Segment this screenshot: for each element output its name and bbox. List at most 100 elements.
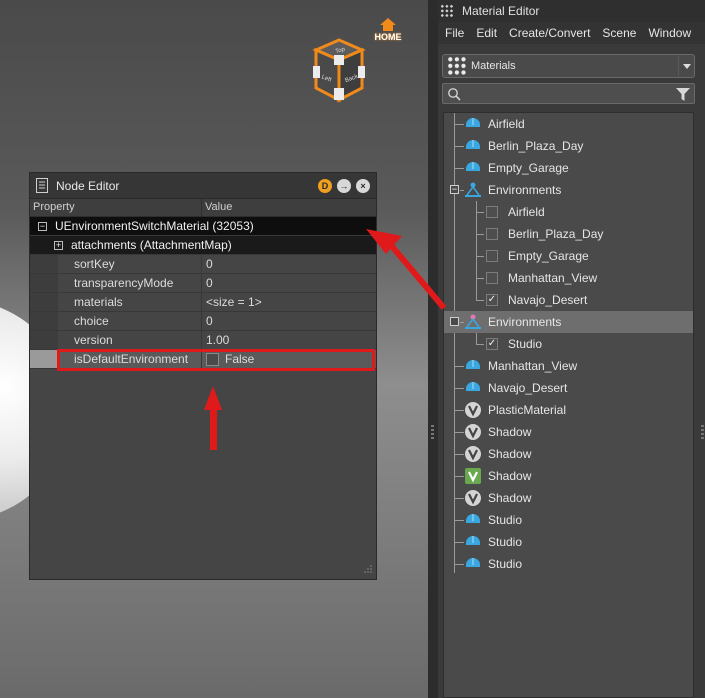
tree-item[interactable]: Shadow bbox=[444, 487, 693, 509]
tree-child-item[interactable]: Manhattan_View bbox=[444, 267, 693, 289]
tree-item-label: Studio bbox=[508, 337, 543, 351]
tree-item-checkbox[interactable] bbox=[486, 272, 498, 284]
environment-material-icon bbox=[466, 382, 480, 391]
checkmark-icon[interactable]: ✓ bbox=[486, 338, 498, 350]
tree-item[interactable]: Navajo_Desert bbox=[444, 377, 693, 399]
checkmark-icon[interactable]: ✓ bbox=[486, 294, 498, 306]
property-row[interactable]: choice 0 bbox=[30, 312, 376, 331]
environment-material-icon bbox=[466, 162, 480, 171]
navigation-cube[interactable]: Top Left Back bbox=[312, 36, 366, 104]
tree-item[interactable]: PlasticMaterial bbox=[444, 399, 693, 421]
root-node-row[interactable]: − UEnvironmentSwitchMaterial (32053) bbox=[30, 217, 376, 236]
home-icon bbox=[380, 18, 396, 25]
switch-material-icon bbox=[465, 314, 481, 329]
tree-item-label: Studio bbox=[488, 557, 523, 571]
tree-item[interactable]: Studio bbox=[444, 531, 693, 553]
property-value[interactable]: <size = 1> bbox=[202, 293, 376, 311]
tree-item[interactable]: Berlin_Plaza_Day bbox=[444, 135, 693, 157]
attachments-row[interactable]: + attachments (AttachmentMap) bbox=[30, 236, 376, 255]
tree-child-item[interactable]: ✓ Navajo_Desert bbox=[444, 289, 693, 311]
environment-material-icon bbox=[466, 118, 480, 127]
environment-material-icon bbox=[466, 360, 480, 369]
tree-item-label: Manhattan_View bbox=[488, 359, 578, 373]
tree-item-label: Airfield bbox=[508, 205, 545, 219]
shadow-material-icon bbox=[465, 424, 481, 440]
node-editor-column-headers: Property Value bbox=[30, 199, 376, 217]
property-name: version bbox=[74, 333, 113, 347]
resize-grip-icon[interactable] bbox=[362, 565, 372, 575]
collapse-icon[interactable] bbox=[450, 317, 459, 326]
value-column-header[interactable]: Value bbox=[202, 199, 235, 216]
search-input[interactable] bbox=[443, 84, 675, 103]
tree-item[interactable]: Manhattan_View bbox=[444, 355, 693, 377]
search-bar bbox=[442, 83, 695, 104]
tree-child-item[interactable]: Airfield bbox=[444, 201, 693, 223]
environment-material-icon bbox=[466, 558, 480, 567]
expand-icon[interactable]: + bbox=[54, 240, 63, 250]
material-editor-titlebar[interactable]: Material Editor bbox=[438, 0, 705, 22]
property-value[interactable]: 1.00 bbox=[202, 331, 376, 349]
grid-dots-icon bbox=[447, 56, 467, 76]
tree-item-checkbox[interactable] bbox=[486, 250, 498, 262]
tree-item-label: Berlin_Plaza_Day bbox=[488, 139, 584, 153]
tree-item-label: Navajo_Desert bbox=[508, 293, 588, 307]
tree-item-selected[interactable]: Environments bbox=[444, 311, 693, 333]
menu-bar: File Edit Create/Convert Scene Window bbox=[438, 22, 705, 44]
panel-splitter[interactable] bbox=[428, 0, 438, 698]
arrow-right-icon[interactable]: → bbox=[337, 178, 351, 193]
shadow-material-icon bbox=[465, 446, 481, 462]
home-label: HOME bbox=[374, 32, 402, 42]
tree-item-label: Studio bbox=[488, 535, 523, 549]
tree-item[interactable]: Airfield bbox=[444, 113, 693, 135]
tree-item[interactable]: Shadow bbox=[444, 465, 693, 487]
menu-file[interactable]: File bbox=[445, 26, 464, 40]
shadow-material-icon bbox=[465, 490, 481, 506]
property-column-header[interactable]: Property bbox=[30, 199, 202, 216]
material-editor-title: Material Editor bbox=[462, 4, 540, 18]
tree-child-item[interactable]: Empty_Garage bbox=[444, 245, 693, 267]
collapse-icon[interactable]: − bbox=[450, 185, 459, 194]
tree-item[interactable]: Shadow bbox=[444, 443, 693, 465]
collapse-icon[interactable]: − bbox=[38, 221, 47, 231]
environment-material-icon bbox=[466, 514, 480, 523]
home-button[interactable]: HOME bbox=[368, 18, 408, 42]
tree-item[interactable]: − Environments bbox=[444, 179, 693, 201]
dropdown-selected-value: Materials bbox=[471, 60, 516, 72]
node-editor-panel: Node Editor D → × Property Value − UEnvi… bbox=[29, 172, 377, 580]
tree-item-checkbox[interactable] bbox=[486, 228, 498, 240]
tree-child-item[interactable]: ✓ Studio bbox=[444, 333, 693, 355]
tree-item[interactable]: Studio bbox=[444, 553, 693, 575]
panel-grip-icon[interactable] bbox=[440, 4, 454, 18]
tree-item-label: Environments bbox=[488, 315, 562, 329]
property-row[interactable]: materials <size = 1> bbox=[30, 293, 376, 312]
tree-item-label: Airfield bbox=[488, 117, 525, 131]
tree-item-checkbox[interactable] bbox=[486, 206, 498, 218]
attachments-label: attachments (AttachmentMap) bbox=[71, 238, 232, 252]
annotation-highlight-box bbox=[57, 349, 375, 371]
view-mode-dropdown[interactable]: Materials bbox=[442, 54, 695, 78]
tree-item[interactable]: Empty_Garage bbox=[444, 157, 693, 179]
property-row[interactable]: transparencyMode 0 bbox=[30, 274, 376, 293]
menu-create-convert[interactable]: Create/Convert bbox=[509, 26, 590, 40]
node-editor-titlebar[interactable]: Node Editor D → × bbox=[30, 173, 376, 199]
filter-icon[interactable] bbox=[675, 86, 691, 102]
tree-item[interactable]: Studio bbox=[444, 509, 693, 531]
property-row[interactable]: sortKey 0 bbox=[30, 255, 376, 274]
material-editor-panel: Material Editor File Edit Create/Convert… bbox=[438, 0, 705, 698]
property-value[interactable]: 0 bbox=[202, 274, 376, 292]
tree-item-label: Shadow bbox=[488, 447, 532, 461]
property-value[interactable]: 0 bbox=[202, 312, 376, 330]
material-tree: Airfield Berlin_Plaza_Day Empty_Garage −… bbox=[443, 112, 694, 698]
tree-child-item[interactable]: Berlin_Plaza_Day bbox=[444, 223, 693, 245]
tree-item-label: Empty_Garage bbox=[488, 161, 569, 175]
tree-item[interactable]: Shadow bbox=[444, 421, 693, 443]
menu-edit[interactable]: Edit bbox=[476, 26, 497, 40]
close-icon[interactable]: × bbox=[356, 178, 370, 193]
property-value[interactable]: 0 bbox=[202, 255, 376, 273]
property-row[interactable]: version 1.00 bbox=[30, 331, 376, 350]
chevron-down-icon[interactable] bbox=[678, 56, 694, 76]
menu-scene[interactable]: Scene bbox=[602, 26, 636, 40]
menu-window[interactable]: Window bbox=[648, 26, 691, 40]
d-button[interactable]: D bbox=[318, 178, 332, 193]
property-name: sortKey bbox=[74, 257, 115, 271]
